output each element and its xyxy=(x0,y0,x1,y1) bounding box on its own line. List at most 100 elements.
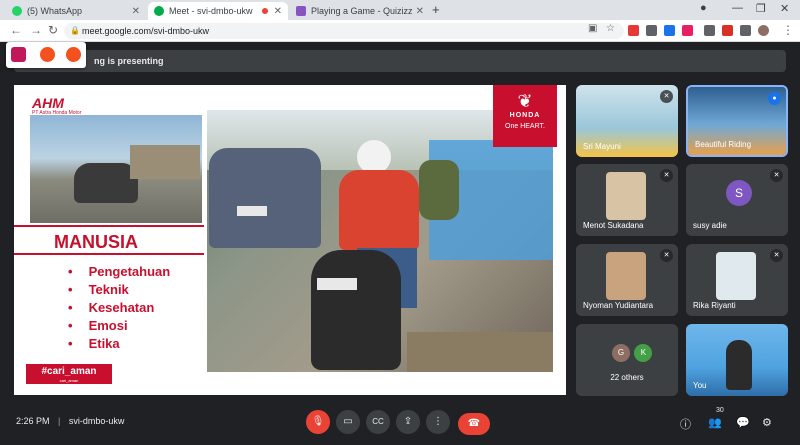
close-icon[interactable]: ✕ xyxy=(274,6,282,17)
rider-street-photo xyxy=(207,110,553,372)
tab-title: (5) WhatsApp xyxy=(27,6,83,16)
rider-shape xyxy=(419,160,459,220)
tab-search-icon[interactable]: ● xyxy=(700,2,707,14)
list-item: Emosi xyxy=(68,317,170,335)
avatar: K xyxy=(634,344,653,362)
motorcycle-shape xyxy=(74,163,138,203)
browser-tab-bar: (5) WhatsApp ✕ Meet - svi-dmbo-ukw ✕ Pla… xyxy=(0,0,800,20)
url-text: meet.google.com/svi-dmbo-ukw xyxy=(82,26,210,36)
cari-aman-badge: #cari_aman cari_aman xyxy=(26,364,112,384)
helmet-shape xyxy=(357,140,391,174)
slide-heading: MANUSIA xyxy=(54,232,138,252)
badge-text: #cari_aman xyxy=(41,366,97,377)
forward-icon[interactable]: → xyxy=(30,23,42,37)
list-item: Kesehatan xyxy=(68,299,170,317)
extension-icon[interactable] xyxy=(40,47,55,62)
participant-name: Rika Riyanti xyxy=(693,301,736,310)
participant-name: Sri Mayuni xyxy=(583,142,621,151)
divider xyxy=(14,225,204,227)
license-plate-shape xyxy=(317,278,357,290)
mic-off-icon: ✕ xyxy=(660,90,673,103)
mic-off-icon: ✕ xyxy=(770,249,783,262)
chat-icon[interactable]: 💬 xyxy=(736,416,750,429)
reload-icon[interactable]: ↻ xyxy=(48,23,58,37)
participant-name: Beautiful Riding xyxy=(695,140,752,149)
meet-icon xyxy=(154,6,164,16)
address-bar: ← → ↻ 🔒 meet.google.com/svi-dmbo-ukw ▣ ☆… xyxy=(0,20,800,42)
close-icon[interactable]: ✕ xyxy=(132,6,140,17)
honda-tagline: One HEART. xyxy=(505,123,545,130)
recording-icon xyxy=(261,8,268,14)
tab-whatsapp[interactable]: (5) WhatsApp ✕ xyxy=(6,2,146,20)
pdf-extension-icon[interactable] xyxy=(628,25,639,36)
extension-icon[interactable] xyxy=(722,25,733,36)
participant-name: Nyoman Yudiantara xyxy=(583,301,654,310)
present-button[interactable]: ⇪ xyxy=(396,410,420,434)
close-window-icon[interactable]: ✕ xyxy=(780,2,789,15)
activities-icon[interactable]: ⚙ xyxy=(762,416,772,429)
new-tab-icon[interactable]: + xyxy=(432,2,440,17)
leave-call-button[interactable]: ☎ xyxy=(458,413,490,435)
extension-icon[interactable] xyxy=(664,25,675,36)
list-item: Teknik xyxy=(68,281,170,299)
badge-subtext: cari_aman xyxy=(59,378,79,383)
self-tile[interactable]: You xyxy=(686,324,788,396)
list-item: Etika xyxy=(68,335,170,353)
participant-tile[interactable]: ● Beautiful Riding xyxy=(686,85,788,157)
ahm-logo: AHM xyxy=(32,95,64,111)
extension-icon[interactable] xyxy=(704,25,715,36)
camera-toggle-button[interactable]: ▭ xyxy=(336,410,360,434)
scooter-shape xyxy=(311,250,401,370)
participant-name: You xyxy=(693,381,707,390)
others-count: 22 others xyxy=(610,373,644,382)
extension-icon[interactable] xyxy=(682,25,693,36)
presentation-slide: AHM PT Astra Honda Motor MANUSIA Pengeta… xyxy=(14,85,566,395)
participant-tile[interactable]: ✕ Nyoman Yudiantara xyxy=(576,244,678,316)
person-shape xyxy=(726,340,752,390)
bookmark-star-icon[interactable]: ☆ xyxy=(606,23,615,34)
captions-button[interactable]: CC xyxy=(366,410,390,434)
profile-avatar[interactable] xyxy=(758,25,769,36)
lock-icon: 🔒 xyxy=(70,26,80,35)
back-icon[interactable]: ← xyxy=(10,23,22,37)
participant-tile[interactable]: ✕ Sri Mayuni xyxy=(576,85,678,157)
meeting-time-and-code: 2:26 PM | svi-dmbo-ukw xyxy=(16,416,124,426)
presenting-banner: ng is presenting xyxy=(14,50,786,72)
restore-icon[interactable]: ❐ xyxy=(756,2,766,15)
url-input[interactable]: 🔒 meet.google.com/svi-dmbo-ukw xyxy=(64,23,624,39)
meeting-controls-bar: 2:26 PM | svi-dmbo-ukw 🎙 ▭ CC ⇪ ⋮ ☎ ⓘ 30… xyxy=(0,405,800,445)
people-icon[interactable]: 👥 xyxy=(708,416,722,429)
tab-title: Meet - svi-dmbo-ukw xyxy=(169,6,253,16)
participant-tile[interactable]: ✕ Menot Sukadana xyxy=(576,164,678,236)
tab-meet[interactable]: Meet - svi-dmbo-ukw ✕ xyxy=(148,2,288,20)
mic-toggle-button[interactable]: 🎙 xyxy=(306,410,330,434)
tab-quizizz[interactable]: Playing a Game - Quizizz ✕ xyxy=(290,2,430,20)
minimize-icon[interactable]: — xyxy=(732,2,743,14)
extension-icon[interactable] xyxy=(11,47,26,62)
camera-icon[interactable]: ▣ xyxy=(588,23,597,34)
participant-tile[interactable]: ✕ Rika Riyanti xyxy=(686,244,788,316)
extension-icon[interactable] xyxy=(646,25,657,36)
honda-wing-icon: ❦ xyxy=(517,91,533,111)
puzzle-icon[interactable] xyxy=(740,25,751,36)
slide-bullet-list: Pengetahuan Teknik Kesehatan Emosi Etika xyxy=(68,263,171,353)
whatsapp-icon xyxy=(12,6,22,16)
extension-icon[interactable] xyxy=(66,47,81,62)
tab-title: Playing a Game - Quizizz xyxy=(311,6,413,16)
speaking-icon: ● xyxy=(768,92,781,105)
truck-shape xyxy=(130,145,200,179)
list-item: Pengetahuan xyxy=(68,263,171,281)
honda-logo: ❦ HONDA One HEART. xyxy=(493,85,557,147)
motorcycle-family-photo xyxy=(30,115,202,223)
avatar: S xyxy=(726,180,752,206)
more-options-button[interactable]: ⋮ xyxy=(426,410,450,434)
meeting-code: svi-dmbo-ukw xyxy=(68,416,125,426)
participant-name: susy adie xyxy=(693,221,727,230)
participant-count-badge: 30 xyxy=(716,407,724,414)
others-tile[interactable]: G K 22 others xyxy=(576,324,678,396)
close-icon[interactable]: ✕ xyxy=(416,6,424,17)
extension-popup xyxy=(6,42,86,68)
info-icon[interactable]: ⓘ xyxy=(680,416,691,432)
menu-icon[interactable]: ⋮ xyxy=(782,23,794,37)
participant-tile[interactable]: S ✕ susy adie xyxy=(686,164,788,236)
